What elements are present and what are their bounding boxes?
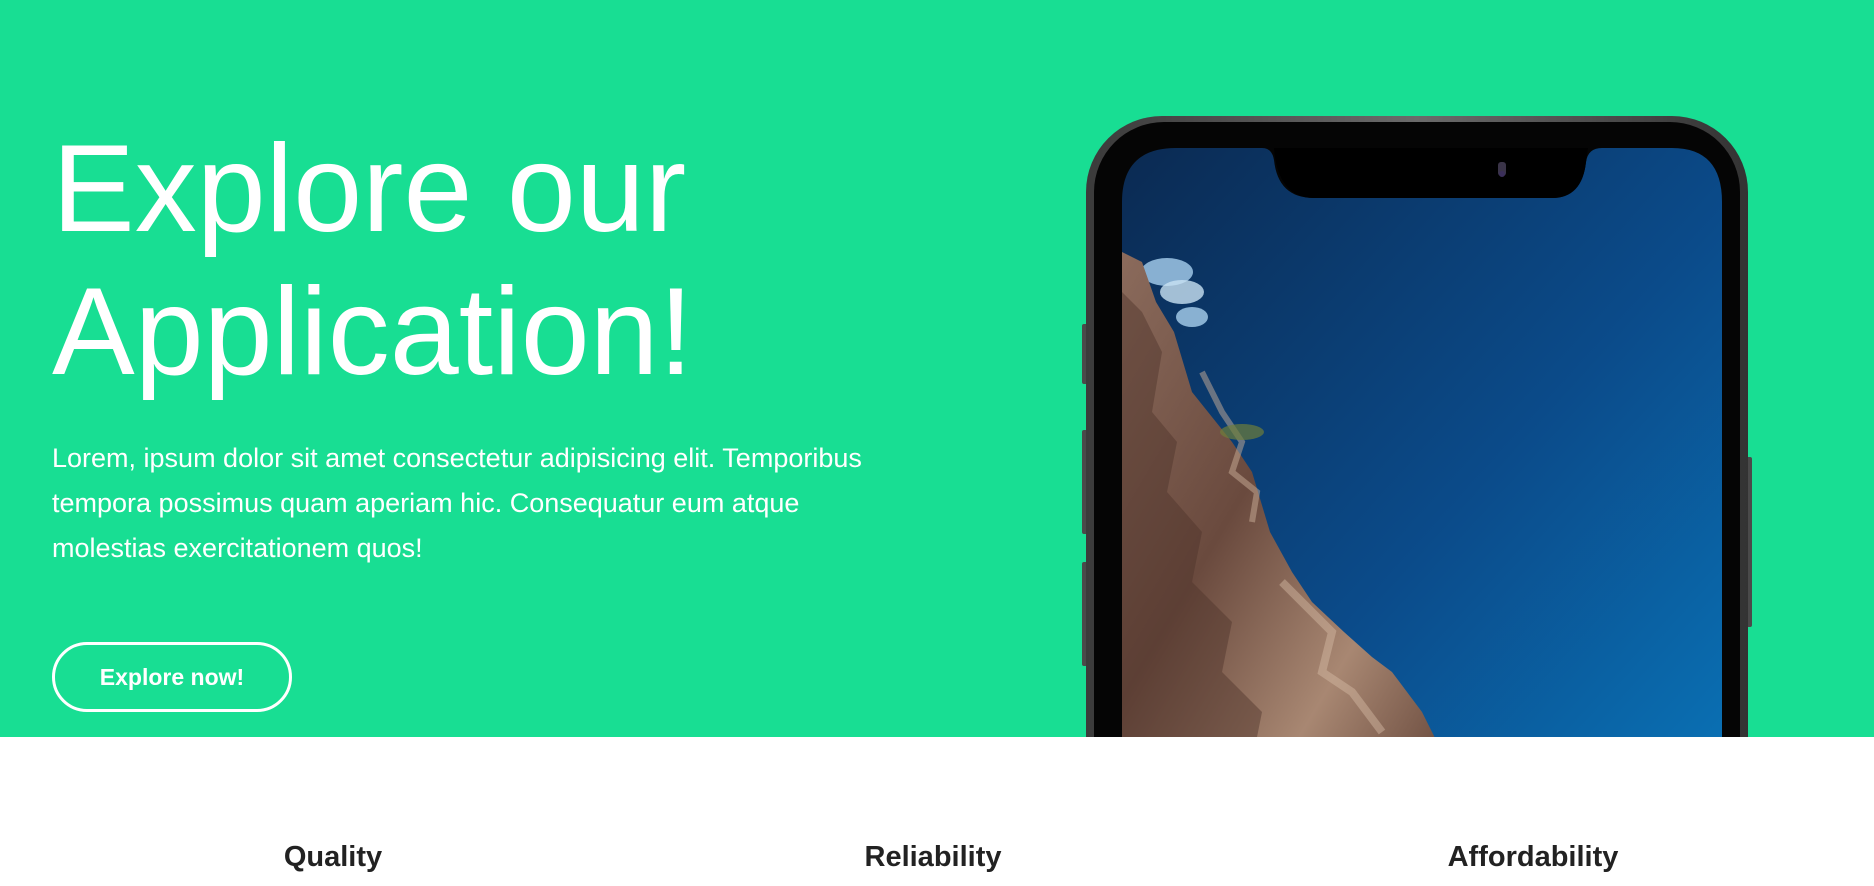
feature-title-quality: Quality (283, 841, 383, 873)
hero-title: Explore our Application! (52, 120, 694, 401)
explore-now-button[interactable]: Explore now! (52, 642, 292, 712)
features-section: Quality Reliability Affordability (0, 737, 1874, 886)
phone-mockup-image (1082, 112, 1752, 737)
hero-section: Explore our Application! Lorem, ipsum do… (0, 0, 1874, 737)
hero-description: Lorem, ipsum dolor sit amet consectetur … (52, 443, 862, 563)
feature-title-reliability: Reliability (864, 841, 1002, 873)
feature-title-affordability: Affordability (1447, 841, 1619, 873)
smartphone-icon (1082, 116, 1752, 737)
